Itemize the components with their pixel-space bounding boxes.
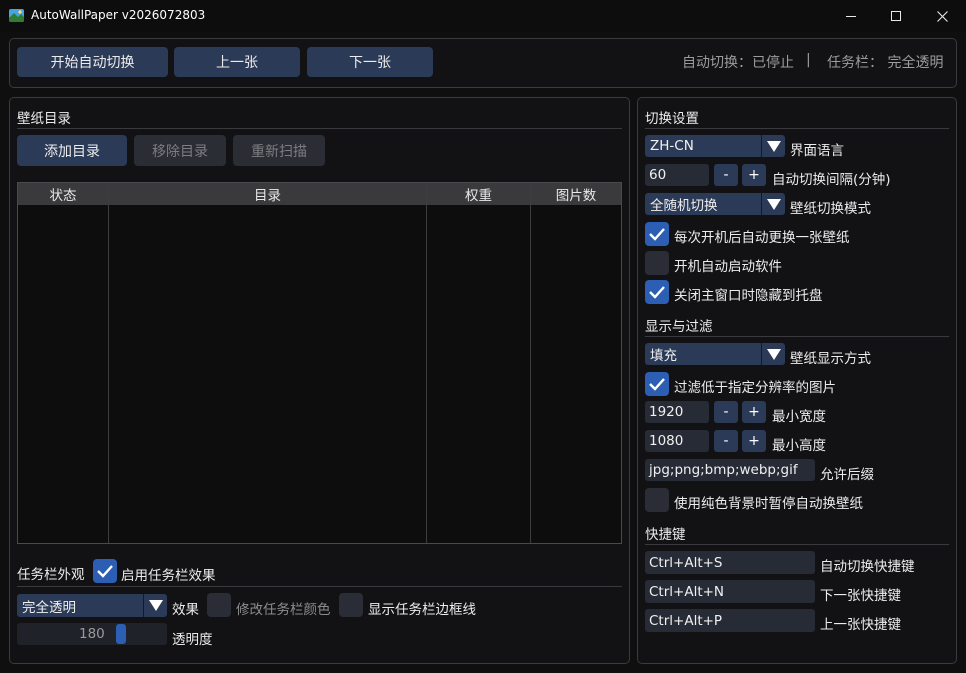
- divider: [645, 128, 949, 129]
- filter-low-res-checkbox[interactable]: [645, 372, 669, 396]
- column-divider: [530, 183, 531, 543]
- opacity-slider-thumb[interactable]: [116, 624, 126, 644]
- display-mode-select[interactable]: 填充: [645, 343, 785, 365]
- extensions-label: 允许后缀: [820, 467, 874, 483]
- divider: [645, 544, 949, 545]
- enable-taskbar-effect-label: 启用任务栏效果: [121, 568, 216, 584]
- min-width-increment-button[interactable]: +: [742, 401, 766, 423]
- hide-to-tray-label: 关闭主窗口时隐藏到托盘: [674, 288, 823, 304]
- hotkeys-title: 快捷键: [645, 527, 686, 543]
- taskbar-effect-label: 效果: [172, 602, 199, 618]
- close-icon: [936, 10, 948, 22]
- show-taskbar-border-label: 显示任务栏边框线: [368, 602, 476, 618]
- auto-switch-hotkey-input[interactable]: Ctrl+Alt+S: [645, 551, 815, 574]
- add-directory-button[interactable]: 添加目录: [17, 135, 127, 166]
- auto-switch-status: 自动切换：已停止: [682, 55, 794, 71]
- language-select[interactable]: ZH-CN: [645, 135, 785, 157]
- check-icon: [649, 286, 665, 299]
- column-divider: [108, 183, 109, 543]
- status-divider: |: [806, 52, 811, 68]
- next-hotkey-input[interactable]: Ctrl+Alt+N: [645, 580, 815, 603]
- filter-low-res-label: 过滤低于指定分辨率的图片: [674, 380, 836, 396]
- min-width-input[interactable]: 1920: [645, 401, 709, 423]
- extensions-input[interactable]: jpg;png;bmp;webp;gif: [645, 459, 815, 481]
- window-title: AutoWallPaper v2026072803: [31, 8, 206, 22]
- taskbar-effect-select[interactable]: 完全透明: [17, 594, 167, 617]
- next-wallpaper-button[interactable]: 下一张: [307, 47, 433, 77]
- remove-directory-button[interactable]: 移除目录: [134, 135, 226, 166]
- divider: [17, 586, 622, 587]
- auto-switch-hotkey-label: 自动切换快捷键: [820, 559, 915, 575]
- taskbar-status: 任务栏： 完全透明: [827, 55, 944, 71]
- display-mode-label: 壁纸显示方式: [790, 351, 871, 367]
- enable-taskbar-effect-checkbox[interactable]: [93, 559, 117, 583]
- autostart-checkbox[interactable]: [645, 251, 669, 275]
- switch-mode-select[interactable]: 全随机切换: [645, 193, 785, 215]
- next-hotkey-label: 下一张快捷键: [820, 588, 901, 604]
- interval-label: 自动切换间隔(分钟): [772, 172, 891, 188]
- column-header-status[interactable]: 状态: [18, 183, 109, 205]
- column-divider: [426, 183, 427, 543]
- opacity-slider[interactable]: 180: [17, 623, 167, 645]
- interval-increment-button[interactable]: +: [742, 164, 766, 186]
- close-button[interactable]: [919, 0, 965, 32]
- modify-taskbar-color-label: 修改任务栏颜色: [236, 602, 331, 618]
- divider: [17, 128, 622, 129]
- min-height-decrement-button[interactable]: -: [714, 430, 738, 452]
- prev-hotkey-input[interactable]: Ctrl+Alt+P: [645, 609, 815, 632]
- interval-decrement-button[interactable]: -: [714, 164, 738, 186]
- show-taskbar-border-checkbox[interactable]: [339, 593, 363, 617]
- column-header-weight[interactable]: 权重: [427, 183, 531, 205]
- min-height-label: 最小高度: [772, 438, 826, 454]
- interval-input[interactable]: 60: [645, 164, 709, 186]
- change-on-boot-checkbox[interactable]: [645, 222, 669, 246]
- divider: [645, 336, 949, 337]
- dropdown-arrow-icon: [761, 135, 785, 157]
- start-auto-switch-button[interactable]: 开始自动切换: [17, 47, 168, 77]
- maximize-button[interactable]: [873, 0, 919, 32]
- min-width-decrement-button[interactable]: -: [714, 401, 738, 423]
- app-landscape-icon: [9, 9, 24, 22]
- taskbar-effect-value: 完全透明: [22, 599, 76, 616]
- column-header-image-count[interactable]: 图片数: [531, 183, 621, 205]
- prev-wallpaper-button[interactable]: 上一张: [174, 47, 300, 77]
- autostart-label: 开机自动启动软件: [674, 259, 782, 275]
- opacity-value: 180: [79, 626, 105, 642]
- language-value: ZH-CN: [650, 138, 694, 154]
- rescan-button[interactable]: 重新扫描: [233, 135, 325, 166]
- check-icon: [97, 565, 113, 578]
- dropdown-arrow-icon: [761, 193, 785, 215]
- switch-settings-title: 切换设置: [645, 111, 699, 127]
- taskbar-section-title: 任务栏外观: [17, 567, 85, 583]
- language-label: 界面语言: [790, 143, 844, 159]
- pause-on-solid-color-label: 使用纯色背景时暂停自动换壁纸: [674, 496, 863, 512]
- pause-on-solid-color-checkbox[interactable]: [645, 488, 669, 512]
- maximize-icon: [891, 11, 901, 21]
- minimize-button[interactable]: [828, 0, 874, 32]
- check-icon: [649, 378, 665, 391]
- switch-mode-value: 全随机切换: [650, 198, 718, 214]
- dropdown-arrow-icon: [143, 594, 167, 617]
- min-width-label: 最小宽度: [772, 409, 826, 425]
- display-filter-title: 显示与过滤: [645, 319, 713, 335]
- min-height-increment-button[interactable]: +: [742, 430, 766, 452]
- check-icon: [649, 228, 665, 241]
- wallpaper-dirs-title: 壁纸目录: [17, 111, 71, 127]
- modify-taskbar-color-checkbox[interactable]: [207, 593, 231, 617]
- opacity-label: 透明度: [172, 632, 213, 648]
- minimize-icon: [846, 15, 856, 17]
- column-header-directory[interactable]: 目录: [109, 183, 427, 205]
- change-on-boot-label: 每次开机后自动更换一张壁纸: [674, 230, 850, 246]
- min-height-input[interactable]: 1080: [645, 430, 709, 452]
- directory-table[interactable]: 状态 目录 权重 图片数: [17, 182, 622, 544]
- prev-hotkey-label: 上一张快捷键: [820, 617, 901, 633]
- hide-to-tray-checkbox[interactable]: [645, 280, 669, 304]
- dropdown-arrow-icon: [761, 343, 785, 365]
- switch-mode-label: 壁纸切换模式: [790, 201, 871, 217]
- title-bar: AutoWallPaper v2026072803: [0, 0, 966, 32]
- display-mode-value: 填充: [650, 348, 677, 364]
